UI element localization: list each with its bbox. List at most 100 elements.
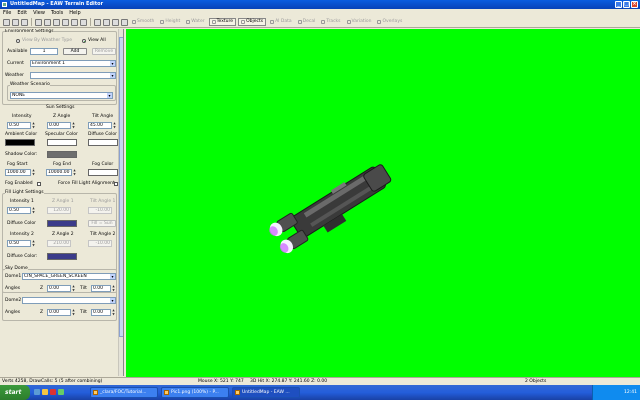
menu-file[interactable]: File [3,9,11,17]
spinner-arrows-icon[interactable]: ▲ ▼ [112,308,115,316]
help-icon[interactable] [71,18,78,26]
quick-launch-app-icon[interactable] [58,389,64,395]
intensity-label: Intensity [12,114,32,119]
quick-launch-folder-icon[interactable] [42,389,48,395]
fog-start-field[interactable]: 1000.00 [5,169,31,176]
fog-color-swatch[interactable] [88,169,118,176]
tool-height-button[interactable]: Height [158,18,182,26]
diffuse-color-swatch[interactable] [88,139,118,146]
spinner-arrows-icon[interactable]: ▲ ▼ [112,284,115,292]
sun-tilt-angle-field[interactable]: 45.00 [88,122,112,129]
ambient-color-swatch[interactable] [5,139,35,146]
texture-icon [211,20,216,24]
start-button[interactable]: start [0,385,30,400]
paste-icon[interactable] [53,18,60,26]
tool-overlays-button[interactable]: Overlays [375,18,404,26]
sky-dome-title: Sky Dome [5,266,28,272]
tool-water-button[interactable]: Water [184,18,206,26]
weather-scenario-select[interactable]: NONE [10,92,113,99]
cut-icon[interactable] [35,18,42,26]
view-all-radio[interactable] [82,39,86,43]
toolbar-separator [31,18,32,26]
pencil-icon[interactable] [103,18,110,26]
app-icon [2,2,7,7]
taskbar-item-explorer[interactable]: _clara/FOC/Tutorial... [90,387,158,398]
sun-z-angle-field[interactable]: 0.00 [47,122,71,129]
window-title: UntitledMap - EAW Terrain Editor [10,1,104,7]
tool-decal-button[interactable]: Decal [296,18,318,26]
dome2-select[interactable] [22,297,116,304]
spinner-arrows-icon[interactable]: ▲ ▼ [72,121,75,129]
dome2-tilt-field[interactable]: 0.00 [91,309,111,316]
fill-z-angle-2-field[interactable]: 210.00 [47,240,71,247]
panel-scrollbar[interactable] [118,29,123,376]
tool-label: Objects [246,19,264,24]
minimize-button[interactable]: _ [615,1,622,8]
brush-icon[interactable] [94,18,101,26]
spinner-arrows-icon[interactable]: ▲ ▼ [73,168,76,176]
erase-icon[interactable] [121,18,128,26]
tool-label: Height [165,19,181,24]
tool-tracks-button[interactable]: Tracks [319,18,342,26]
tool-ai-data-button[interactable]: AI Data [268,18,294,26]
dome1-z-field[interactable]: 0.00 [47,285,71,292]
fill-intensity-1-field[interactable]: 0.50 [7,207,31,214]
tool-texture-button[interactable]: Texture [208,18,237,26]
quick-launch-media-icon[interactable] [50,389,56,395]
fog-enabled-checkbox[interactable] [37,182,41,186]
menu-view[interactable]: View [33,9,45,17]
open-folder-icon[interactable] [12,18,19,26]
maximize-button[interactable]: □ [623,1,630,8]
fill-diffuse-color-2-swatch[interactable] [47,253,77,260]
tool-objects-button[interactable]: Objects [238,18,267,26]
spinner-arrows-icon[interactable]: ▲ ▼ [32,239,35,247]
dome1-select[interactable]: CIN_SPACE_GREEN_SCREEN [22,273,116,280]
tool-smooth-button[interactable]: Smooth [130,18,156,26]
print-icon[interactable] [62,18,69,26]
fill-tilt-angle-2-field[interactable]: -10.00 [88,240,112,247]
view-all-label: View All [88,38,106,43]
taskbar: start _clara/FOC/Tutorial... Pic1.png (1… [0,385,640,400]
taskbar-item-paint[interactable]: Pic1.png (100%) - P... [161,387,229,398]
spinner-arrows-icon[interactable]: ▲ ▼ [72,308,75,316]
sun-intensity-field[interactable]: 0.50 [7,122,31,129]
clock[interactable]: 12:41 [624,390,637,395]
weather-select[interactable] [30,72,116,79]
quick-launch-ie-icon[interactable] [34,389,40,395]
add-button[interactable]: Add [63,48,87,55]
spaceship-model[interactable] [126,29,640,377]
close-button[interactable]: × [631,1,638,8]
spinner-arrows-icon[interactable]: ▲ ▼ [32,121,35,129]
3d-viewport[interactable] [126,29,640,377]
specular-color-swatch[interactable] [47,139,77,146]
tool-variation-button[interactable]: Variation [345,18,374,26]
spinner-arrows-icon[interactable]: ▲ ▼ [72,284,75,292]
menu-edit[interactable]: Edit [17,9,27,17]
new-file-icon[interactable] [3,18,10,26]
menu-help[interactable]: Help [69,9,80,17]
fog-end-field[interactable]: 10000.00 [46,169,72,176]
fill-diffuse-color-1-swatch[interactable] [47,220,77,227]
current-environment-select[interactable]: Environment 1 [30,60,116,67]
taskbar-item-editor[interactable]: UntitledMap - EAW ... [232,387,300,398]
shadow-color-swatch[interactable] [47,151,77,158]
fill-z-angle-1-field[interactable]: 120.00 [47,207,71,214]
spinner-arrows-icon[interactable]: ▲ ▼ [32,206,35,214]
dome2-z-field[interactable]: 0.00 [47,309,71,316]
scrollbar-thumb[interactable] [119,37,123,337]
spinner-arrows-icon[interactable]: ▲ ▼ [113,121,116,129]
dome1-tilt-field[interactable]: 0.00 [91,285,111,292]
fill-tilt-angle-1-field[interactable]: -10.00 [88,207,112,214]
line-icon[interactable] [112,18,119,26]
view-by-weather-radio[interactable] [16,39,20,43]
fill-equals-sun-button[interactable]: Fill = Sun [88,220,116,227]
remove-button[interactable]: Remove [92,48,116,55]
menu-tools[interactable]: Tools [51,9,63,17]
spinner-arrows-icon[interactable]: ▲ ▼ [32,168,35,176]
light-icon[interactable] [80,18,87,26]
save-icon[interactable] [21,18,28,26]
available-field[interactable]: 1 [30,48,58,55]
fill-intensity-2-field[interactable]: 0.50 [7,240,31,247]
toolbar: Smooth Height Water Texture Objects AI D… [0,17,640,28]
copy-icon[interactable] [44,18,51,26]
